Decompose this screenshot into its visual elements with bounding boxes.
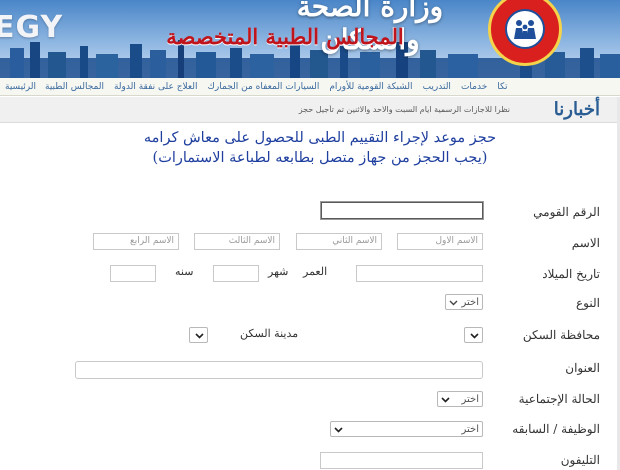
gender-select-value: اختر [461,296,480,308]
nav-item-services[interactable]: خدمات [456,82,492,92]
city-select[interactable] [189,327,208,343]
form-intro: حجز موعد لإجراء التقييم الطبى للحصول على… [90,128,550,168]
marital-label: الحالة الإجتماعية [518,392,600,406]
job-label: الوظيفة / السابقه [512,422,600,436]
intro-line-2: (يجب الحجز من جهاز متصل بطابعه لطباعة ال… [152,150,488,166]
header-banner: EGY وزارة الصحة والسكان المجالس الطبية ا… [0,0,620,78]
national-id-label: الرقم القومي [533,205,600,219]
nav-item-training[interactable]: التدريب [418,82,456,92]
gender-select[interactable]: اختر [445,294,483,310]
councils-title: المجالس الطبية المتخصصة [166,24,404,49]
gender-label: النوع [576,296,600,310]
age-year-input[interactable] [110,265,156,282]
chevron-down-icon [195,331,204,340]
fourth-name-input[interactable]: الاسم الرابع [93,233,179,250]
chevron-down-icon [441,395,450,404]
job-select-value: اختر [461,423,480,435]
governorate-select[interactable] [464,327,483,343]
nav-item-customs-cars[interactable]: السيارات المعفاه من الجمارك [202,82,324,92]
age-month-input[interactable] [213,265,259,282]
intro-line-1: حجز موعد لإجراء التقييم الطبى للحصول على… [143,130,497,146]
chevron-down-icon [334,425,343,434]
job-select[interactable]: اختر [330,421,483,437]
news-bar: أخبارنا نظرا للاجازات الرسمية ايام السبت… [0,97,620,123]
address-input[interactable] [75,361,483,379]
family-emblem-icon [505,9,545,49]
age-label: العمر [303,265,328,278]
dob-label: تاريخ الميلاد [542,267,600,281]
chevron-down-icon [470,331,479,340]
nav-item-home[interactable]: الرئيسية [0,82,40,92]
second-name-input[interactable]: الاسم الثاني [296,233,382,250]
nav-item-medical-councils[interactable]: المجالس الطبية [40,82,109,92]
third-name-input[interactable]: الاسم الثالث [194,233,280,250]
governorate-label: محافظة السكن [522,328,600,342]
address-label: العنوان [565,361,600,375]
first-name-input[interactable]: الاسم الاول [397,233,483,250]
news-title: أخبارنا [553,99,600,120]
age-year-label: سنه [175,265,194,278]
nav-item-more[interactable]: تكا [492,82,512,92]
phone-input[interactable] [320,452,483,469]
name-label: الاسم [571,236,600,250]
nav-item-state-treatment[interactable]: العلاج على نفقة الدولة [109,82,203,92]
national-id-input[interactable] [321,202,483,219]
nav-item-oncology-network[interactable]: الشبكة القومية للأورام [324,82,417,92]
phone-label: التليفون [560,453,600,467]
chevron-down-icon [449,298,458,307]
age-month-label: شهر [268,265,289,278]
egy-logo-text: EGY [0,10,64,45]
marital-select-value: اختر [461,393,480,405]
marital-select[interactable]: اختر [437,391,483,407]
dob-input[interactable] [356,265,483,282]
main-nav: الرئيسية المجالس الطبية العلاج على نفقة … [0,78,620,96]
news-ticker[interactable]: نظرا للاجازات الرسمية ايام السبت والاحد … [0,105,510,114]
city-label: مدينة السكن [240,327,299,340]
